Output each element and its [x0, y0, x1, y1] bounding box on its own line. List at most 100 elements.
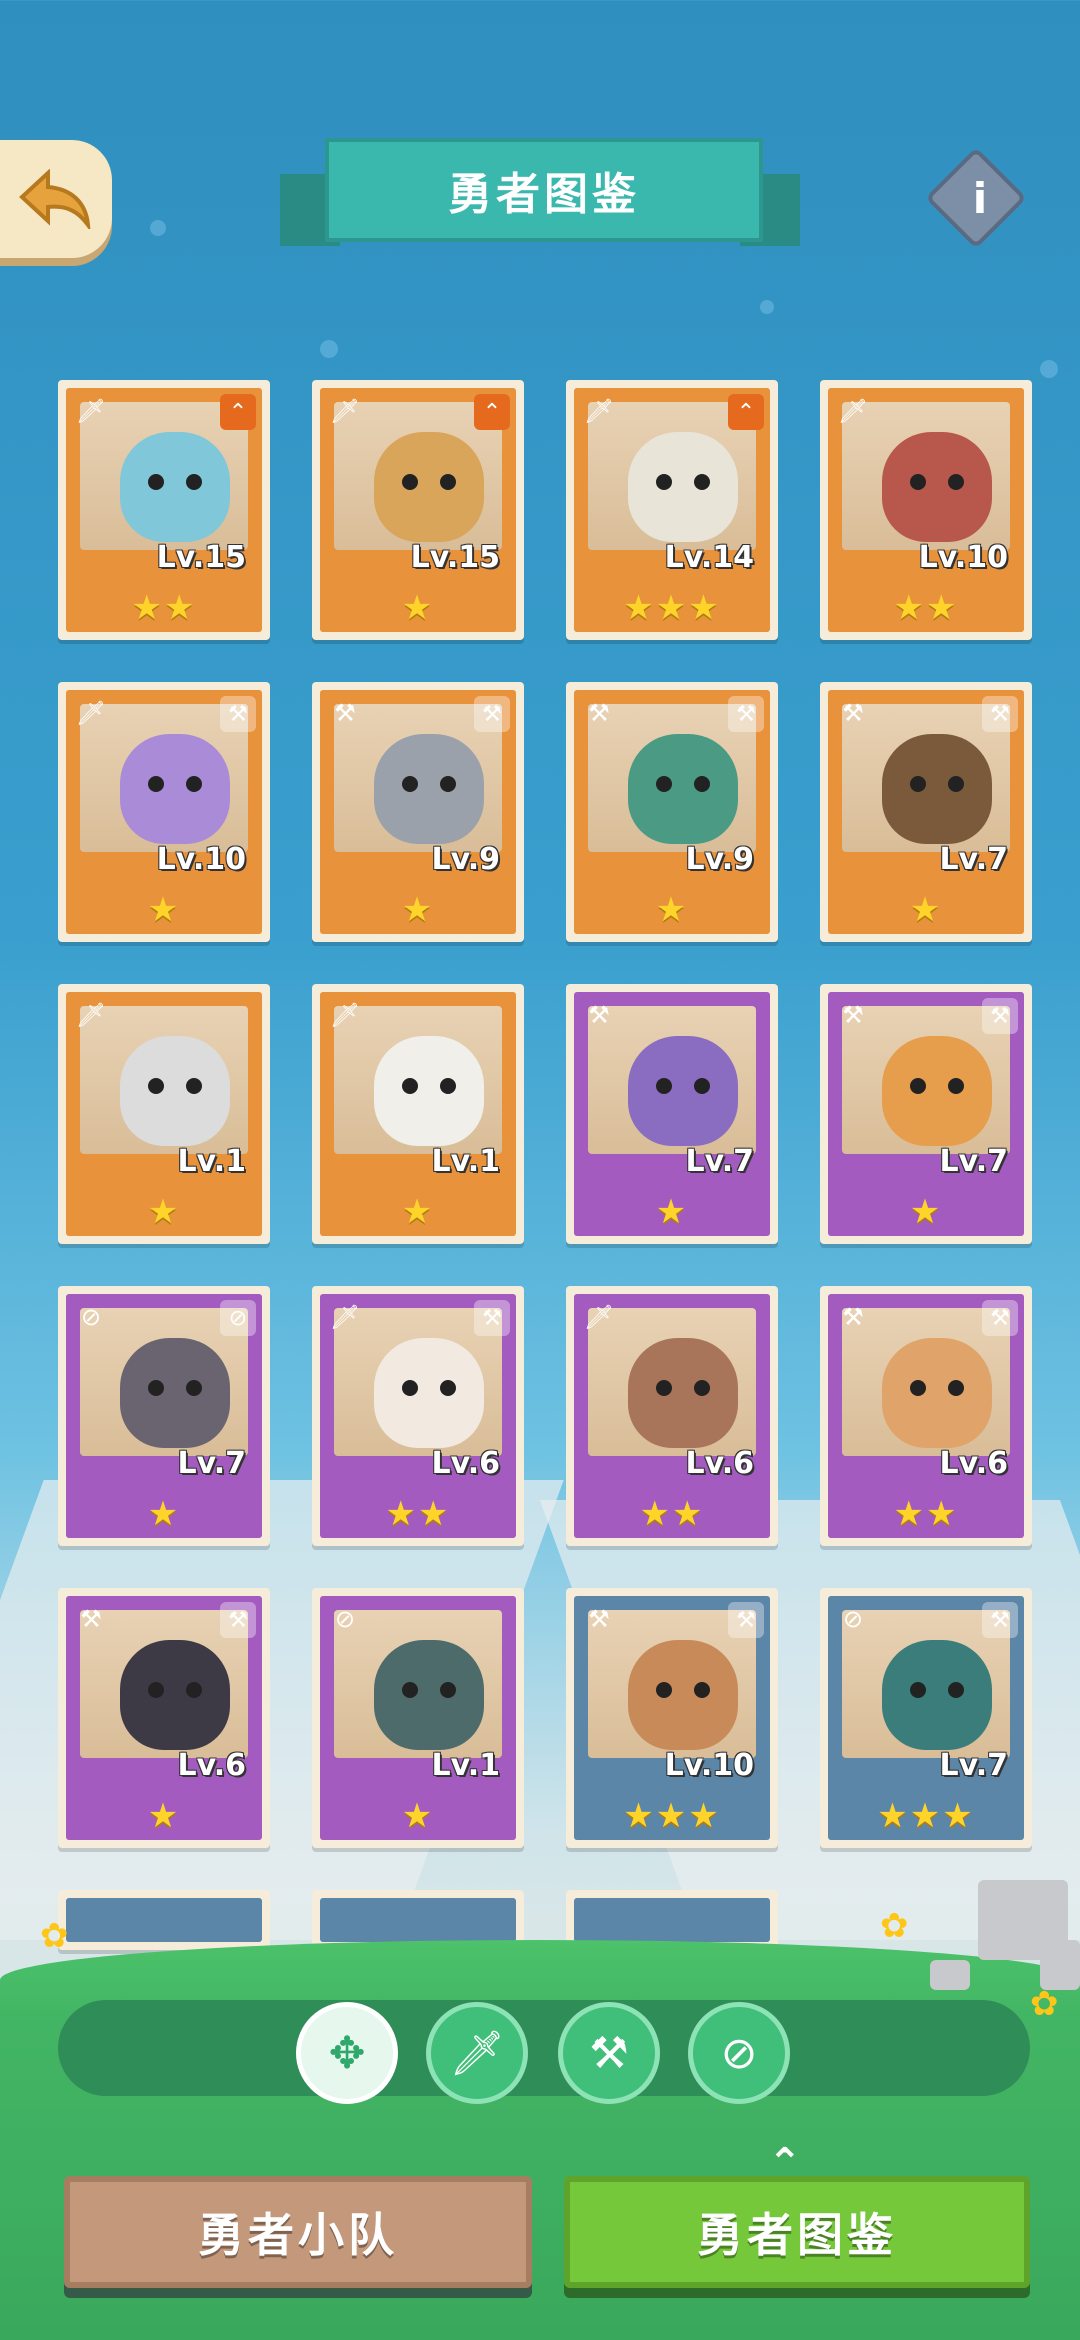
card-frame: 🗡 Lv.10 ★★	[828, 388, 1024, 632]
hero-level: Lv.10	[664, 1748, 754, 1783]
star-rating: ★	[147, 1192, 181, 1232]
hammer-icon: ⚒	[220, 696, 256, 732]
card-frame: 🗡 Lv.6 ★★	[574, 1294, 770, 1538]
hero-card[interactable]: ⚒ ⚒ Lv.7 ★	[820, 984, 1032, 1244]
rank-up-icon: ⌃	[728, 394, 764, 430]
hero-card[interactable]: ⚒ ⚒ Lv.7 ★	[820, 682, 1032, 942]
star-rating: ★	[655, 890, 689, 930]
hero-card[interactable]: ⊘ ⊘ Lv.7 ★	[58, 1286, 270, 1546]
hero-level: Lv.7	[685, 1144, 755, 1179]
hammer-icon: ⚒	[334, 699, 356, 727]
hammer-icon: ⚒	[474, 1300, 510, 1336]
hero-level: Lv.7	[177, 1446, 247, 1481]
hero-card[interactable]: ⚒ ⚒ Lv.10 ★★★	[566, 1588, 778, 1848]
flower-decoration: ✿	[40, 1916, 69, 1956]
card-frame: 🗡 ⚒ Lv.6 ★★	[320, 1294, 516, 1538]
star-rating: ★	[909, 1192, 943, 1232]
sword-icon: 🗡	[583, 1303, 615, 1331]
hero-level: Lv.10	[918, 540, 1008, 575]
card-frame: ⚒ Lv.7 ★	[574, 992, 770, 1236]
all-classes-icon: ✥	[328, 2027, 366, 2079]
hero-card[interactable]: 🗡 Lv.1 ★	[312, 984, 524, 1244]
star-rating: ★	[401, 1796, 435, 1836]
hero-card[interactable]: 🗡 ⚒ Lv.10 ★	[58, 682, 270, 942]
filter-sword-button[interactable]: 🗡	[426, 2002, 528, 2104]
lion-portrait-icon	[882, 734, 992, 844]
filter-compass-button[interactable]: ⊘	[688, 2002, 790, 2104]
hero-level: Lv.6	[431, 1446, 501, 1481]
hero-level: Lv.1	[431, 1144, 501, 1179]
hero-team-button[interactable]: 勇者小队	[64, 2176, 532, 2288]
hammer-icon: ⚒	[474, 696, 510, 732]
info-icon[interactable]: i	[948, 166, 1012, 230]
star-rating: ★★	[385, 1494, 451, 1534]
hero-level: Lv.6	[685, 1446, 755, 1481]
hero-card[interactable]: 🗡 Lv.6 ★★	[566, 1286, 778, 1546]
card-frame: ⊘ ⚒ Lv.7 ★★★	[828, 1596, 1024, 1840]
title-ribbon: 勇者图鉴	[280, 138, 800, 254]
filter-all-button[interactable]: ✥	[296, 2002, 398, 2104]
hero-card[interactable]: ⚒ ⚒ Lv.6 ★★	[820, 1286, 1032, 1546]
hero-card[interactable]: ⚒ ⚒ Lv.9 ★	[566, 682, 778, 942]
compass-icon: ⊘	[334, 1605, 356, 1633]
star-rating: ★	[147, 1494, 181, 1534]
hero-codex-button[interactable]: 勇者图鉴	[564, 2176, 1030, 2288]
hero-card[interactable]: 🗡 ⚒ Lv.6 ★★	[312, 1286, 524, 1546]
card-frame: 🗡 ⌃ Lv.14 ★★★	[574, 388, 770, 632]
hammer-icon: ⚒	[982, 696, 1018, 732]
rock-decoration	[930, 1960, 970, 1990]
star-rating: ★	[655, 1192, 689, 1232]
sword-icon: 🗡	[75, 1001, 107, 1029]
hero-card[interactable]: ⊘ Lv.1 ★	[312, 1588, 524, 1848]
bubble-decoration	[1040, 360, 1058, 378]
hero-card-partial[interactable]	[58, 1890, 270, 1950]
star-rating: ★	[147, 890, 181, 930]
monkey-portrait-icon	[882, 432, 992, 542]
lynx-portrait-icon	[374, 432, 484, 542]
filter-hammer-button[interactable]: ⚒	[558, 2002, 660, 2104]
hero-level: Lv.9	[685, 842, 755, 877]
bubble-decoration	[760, 300, 774, 314]
hero-level: Lv.7	[939, 1144, 1009, 1179]
compass-icon: ⊘	[220, 1300, 256, 1336]
class-filter-bar	[58, 2000, 1030, 2096]
hero-level: Lv.7	[939, 1748, 1009, 1783]
card-frame: ⚒ ⚒ Lv.7 ★	[828, 992, 1024, 1236]
white-wolf-portrait-icon	[120, 1036, 230, 1146]
polar-bear-portrait-icon	[120, 432, 230, 542]
hero-card[interactable]: 🗡 ⌃ Lv.15 ★	[312, 380, 524, 640]
hammer-icon: ⚒	[842, 699, 864, 727]
hero-card[interactable]: ⊘ ⚒ Lv.7 ★★★	[820, 1588, 1032, 1848]
hammer-icon: ⚒	[842, 1001, 864, 1029]
hero-card[interactable]: ⚒ Lv.7 ★	[566, 984, 778, 1244]
bubble-decoration	[150, 220, 166, 236]
hero-card[interactable]: 🗡 Lv.1 ★	[58, 984, 270, 1244]
crocodile-portrait-icon	[628, 734, 738, 844]
rank-up-icon: ⌃	[474, 394, 510, 430]
card-frame: ⚒ ⚒ Lv.10 ★★★	[574, 1596, 770, 1840]
card-frame: ⚒ ⚒ Lv.7 ★	[828, 690, 1024, 934]
hero-card[interactable]: 🗡 ⌃ Lv.15 ★★	[58, 380, 270, 640]
star-rating: ★★	[893, 588, 959, 628]
card-frame: ⚒ ⚒ Lv.9 ★	[574, 690, 770, 934]
star-rating: ★★	[131, 588, 197, 628]
hero-card[interactable]: 🗡 Lv.10 ★★	[820, 380, 1032, 640]
black-cat-portrait-icon	[120, 1640, 230, 1750]
star-rating: ★★★	[877, 1796, 975, 1836]
hero-card[interactable]: ⚒ ⚒ Lv.6 ★	[58, 1588, 270, 1848]
card-frame: 🗡 Lv.1 ★	[66, 992, 262, 1236]
hero-level: Lv.1	[431, 1748, 501, 1783]
star-rating: ★	[401, 588, 435, 628]
star-rating: ★	[401, 890, 435, 930]
lizard-portrait-icon	[628, 1338, 738, 1448]
back-button[interactable]	[0, 140, 112, 258]
hero-card[interactable]: 🗡 ⌃ Lv.14 ★★★	[566, 380, 778, 640]
hero-card[interactable]: ⚒ ⚒ Lv.9 ★	[312, 682, 524, 942]
sword-icon: 🗡	[329, 397, 361, 425]
hero-level: Lv.6	[177, 1748, 247, 1783]
goat-ninja-portrait-icon	[120, 1338, 230, 1448]
hammer-icon: ⚒	[842, 1303, 864, 1331]
star-rating: ★	[909, 890, 943, 930]
back-arrow-icon	[19, 169, 91, 229]
hero-level: Lv.7	[939, 842, 1009, 877]
